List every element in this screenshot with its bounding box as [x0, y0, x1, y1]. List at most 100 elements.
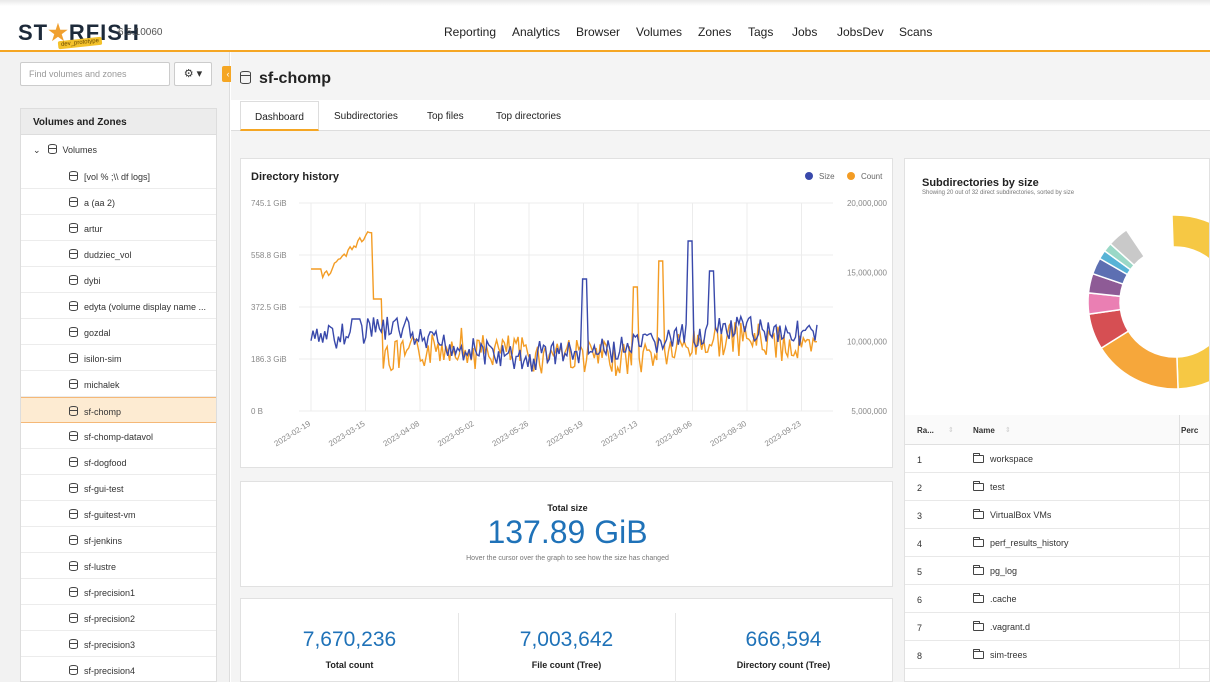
sidebar-item-label: michalek — [84, 380, 120, 390]
row-rank: 4 — [917, 539, 923, 549]
table-row[interactable]: 4 perf_results_history — [905, 529, 1209, 557]
sidebar-item-volume[interactable]: sf-lustre — [21, 553, 216, 579]
database-icon — [69, 379, 78, 389]
table-row[interactable]: 6 .cache — [905, 585, 1209, 613]
database-icon — [69, 457, 78, 467]
tab-top-directories[interactable]: Top directories — [482, 101, 575, 131]
row-name[interactable]: .vagrant.d — [973, 621, 1030, 632]
col-name[interactable]: Name — [973, 426, 995, 435]
sidebar-item-volume[interactable]: gozdal — [21, 319, 216, 345]
sidebar-item-label: sf-lustre — [84, 562, 117, 572]
tree-root-volumes[interactable]: ⌄ Volumes — [21, 137, 216, 161]
sort-icon[interactable]: ⇕ — [948, 426, 954, 434]
page-title-text: sf-chomp — [259, 70, 331, 87]
sidebar-item-volume[interactable]: michalek — [21, 371, 216, 397]
row-name[interactable]: perf_results_history — [973, 537, 1069, 548]
sidebar-item-volume[interactable]: edyta (volume display name ... — [21, 293, 216, 319]
sidebar-item-volume[interactable]: dudziec_vol — [21, 241, 216, 267]
sidebar-item-volume[interactable]: sf-precision2 — [21, 605, 216, 631]
sidebar-item-volume[interactable]: a (aa 2) — [21, 189, 216, 215]
chevron-down-icon[interactable]: ⌄ — [33, 145, 45, 156]
row-name[interactable]: test — [973, 481, 1005, 492]
sidebar-item-volume[interactable]: sf-chomp-datavol — [21, 423, 216, 449]
directory-count-label: Directory count (Tree) — [736, 660, 831, 670]
sidebar-item-volume[interactable]: sf-dogfood — [21, 449, 216, 475]
x-tick-label: 2023-07-13 — [600, 419, 640, 449]
history-chart[interactable]: 745.1 GiB 558.8 GiB 372.5 GiB 186.3 GiB 0 B 2… — [241, 159, 894, 469]
y-left-tick-label: 186.3 GiB — [251, 355, 287, 364]
nav-tags[interactable]: Tags — [748, 25, 773, 39]
page-title: sf-chomp — [240, 70, 331, 88]
tab-dashboard[interactable]: Dashboard — [240, 101, 319, 131]
nav-analytics[interactable]: Analytics — [512, 25, 560, 39]
sidebar-item-volume[interactable]: sf-precision3 — [21, 631, 216, 657]
sidebar-item-volume[interactable]: artur — [21, 215, 216, 241]
x-tick-label: 2023-08-30 — [709, 419, 749, 449]
col-divider — [1179, 415, 1180, 445]
subdirs-donut[interactable] — [905, 199, 1210, 409]
total-size-value: 137.89 GiB — [487, 514, 648, 550]
row-percent — [1179, 501, 1209, 529]
y-right-tick-label: 20,000,000 — [847, 199, 888, 208]
folder-icon — [973, 621, 984, 631]
tab-subdirectories[interactable]: Subdirectories — [320, 101, 412, 131]
nav-zones[interactable]: Zones — [698, 25, 731, 39]
total-count-value: 7,670,236 — [302, 628, 397, 651]
table-row[interactable]: 1 workspace — [905, 445, 1209, 473]
sidebar-item-label: sf-precision2 — [84, 614, 136, 624]
row-name[interactable]: pg_log — [973, 565, 1017, 576]
row-name[interactable]: workspace — [973, 453, 1033, 464]
x-tick-label: 2023-04-08 — [382, 419, 422, 449]
x-tick-label: 2023-09-23 — [763, 419, 803, 449]
sidebar-item-volume[interactable]: sf-chomp — [21, 397, 216, 423]
row-rank: 2 — [917, 483, 923, 493]
database-icon — [69, 249, 78, 259]
sidebar-item-volume[interactable]: sf-gui-test — [21, 475, 216, 501]
row-name[interactable]: sim-trees — [973, 649, 1028, 660]
nav-jobsdev[interactable]: JobsDev — [837, 25, 884, 39]
sidebar-item-volume[interactable]: sf-guitest-vm — [21, 501, 216, 527]
folder-icon — [973, 649, 984, 659]
table-row[interactable]: 5 pg_log — [905, 557, 1209, 585]
search-input[interactable]: Find volumes and zones — [20, 62, 170, 86]
col-percent[interactable]: Perc — [1181, 426, 1198, 435]
x-tick-label: 2023-05-02 — [436, 419, 476, 449]
row-name-text: sim-trees — [990, 650, 1028, 660]
tree-root-label: Volumes — [62, 145, 98, 155]
sidebar-item-volume[interactable]: sf-precision1 — [21, 579, 216, 605]
sidebar-item-volume[interactable]: sf-jenkins — [21, 527, 216, 553]
logo-text-a: ST — [18, 20, 49, 45]
table-row[interactable]: 2 test — [905, 473, 1209, 501]
settings-dropdown-button[interactable]: ⚙ ▾ — [174, 62, 212, 86]
sidebar-item-volume[interactable]: dybi — [21, 267, 216, 293]
col-rank[interactable]: Ra... — [917, 426, 934, 435]
database-icon — [69, 639, 78, 649]
sidebar-item-label: edyta (volume display name ... — [84, 302, 207, 312]
sidebar-item-label: sf-chomp — [84, 407, 122, 417]
directory-history-card: Directory history Size Count 745.1 GiB 55… — [240, 158, 893, 468]
database-icon — [69, 275, 78, 285]
sort-icon[interactable]: ⇕ — [1005, 426, 1011, 434]
nav-jobs[interactable]: Jobs — [792, 25, 817, 39]
database-icon — [69, 509, 78, 519]
total-size-card: Total size 137.89 GiB Hover the cursor o… — [240, 481, 893, 587]
tab-top-files[interactable]: Top files — [413, 101, 478, 131]
x-tick-label: 2023-05-26 — [491, 419, 531, 449]
sidebar-item-volume[interactable]: [vol % ;\\ df logs] — [21, 163, 216, 189]
sidebar-item-volume[interactable]: isilon-sim — [21, 345, 216, 371]
counts-card: 7,670,236 Total count 7,003,642 File cou… — [240, 598, 893, 682]
sidebar-item-label: sf-gui-test — [84, 484, 124, 494]
x-tick-label: 2023-06-19 — [545, 419, 585, 449]
table-row[interactable]: 7 .vagrant.d — [905, 613, 1209, 641]
database-icon — [69, 561, 78, 571]
row-rank: 1 — [917, 455, 923, 465]
sidebar-item-volume[interactable]: sf-precision4 — [21, 657, 216, 682]
nav-browser[interactable]: Browser — [576, 25, 620, 39]
row-name[interactable]: VirtualBox VMs — [973, 509, 1051, 520]
table-row[interactable]: 3 VirtualBox VMs — [905, 501, 1209, 529]
nav-volumes[interactable]: Volumes — [636, 25, 682, 39]
nav-scans[interactable]: Scans — [899, 25, 932, 39]
nav-reporting[interactable]: Reporting — [444, 25, 496, 39]
table-row[interactable]: 8 sim-trees — [905, 641, 1209, 669]
row-name[interactable]: .cache — [973, 593, 1017, 604]
